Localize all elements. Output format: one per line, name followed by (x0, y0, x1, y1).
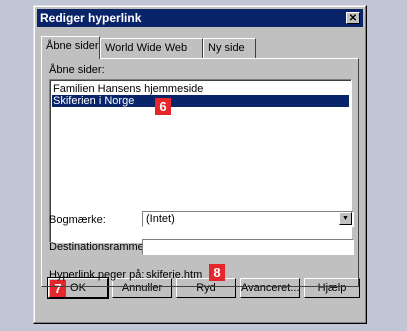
dialog-titlebar: Rediger hyperlink ✕ (37, 9, 363, 27)
hyperlink-target-value: skiferie.htm (146, 269, 203, 281)
tab-new-page[interactable]: Ny side (203, 38, 256, 58)
dialog-title: Rediger hyperlink (40, 11, 142, 25)
tab-world-wide-web-label: World Wide Web (105, 42, 188, 54)
close-button[interactable]: ✕ (346, 12, 360, 24)
hyperlink-target-label: Hyperlink peger på: (49, 269, 145, 281)
list-item-label: Skiferien i Norge (53, 95, 135, 107)
tab-world-wide-web[interactable]: World Wide Web (100, 38, 203, 58)
open-pages-panel: Åbne sider: Familien Hansens hjemmeside … (41, 58, 359, 287)
callout-badge-8: 8 (209, 264, 225, 281)
tab-open-pages-label: Åbne sider (46, 40, 99, 52)
tab-new-page-label: Ny side (208, 42, 245, 54)
bookmark-label: Bogmærke: (49, 214, 106, 226)
bookmark-combo[interactable]: (Intet) ▼ (142, 211, 354, 227)
chevron-down-icon[interactable]: ▼ (339, 212, 352, 225)
list-item-skiferien-i-norge[interactable]: Skiferien i Norge (52, 95, 349, 107)
edit-hyperlink-dialog: Rediger hyperlink ✕ Åbne sider World Wid… (33, 5, 367, 324)
list-item-familien-hansens[interactable]: Familien Hansens hjemmeside (52, 83, 349, 95)
open-pages-label: Åbne sider: (49, 64, 105, 76)
destination-frame-label: Destinationsramme: (49, 241, 147, 253)
tab-open-pages[interactable]: Åbne sider (41, 36, 100, 59)
bookmark-value: (Intet) (146, 213, 175, 225)
list-item-label: Familien Hansens hjemmeside (53, 83, 204, 95)
destination-frame-input[interactable] (142, 239, 354, 255)
callout-badge-6: 6 (155, 98, 171, 115)
